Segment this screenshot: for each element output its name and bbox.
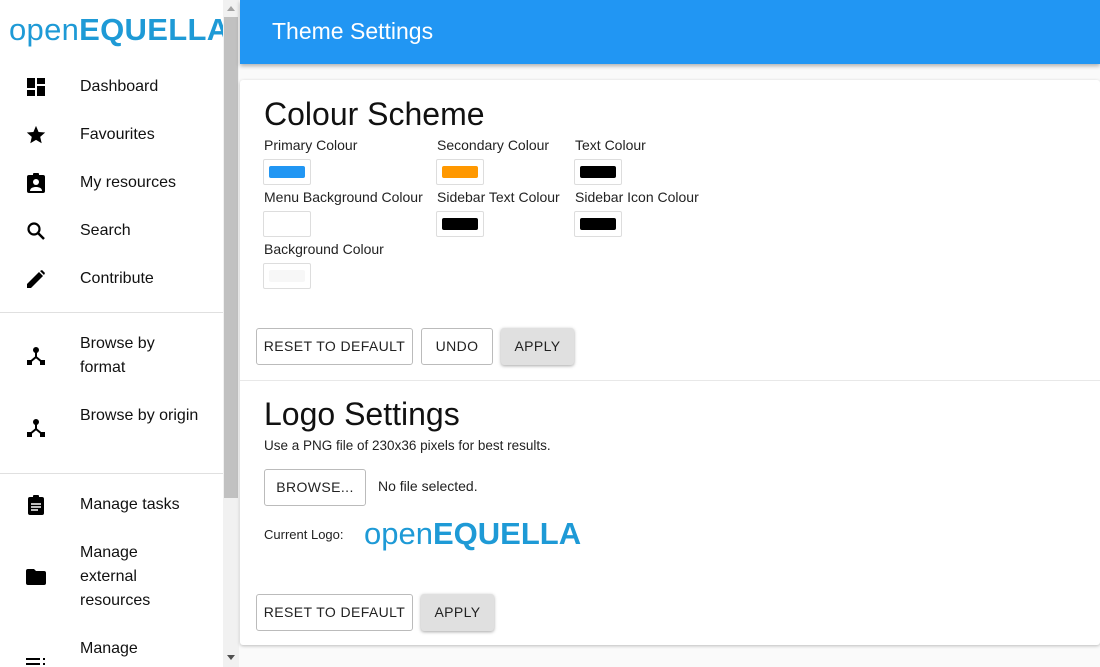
sidebar-item-browse-by-origin[interactable]: Browse by origin	[0, 404, 223, 452]
colour-swatch	[580, 166, 616, 178]
secondary-colour-label: Secondary Colour	[437, 137, 550, 153]
app-header: Theme Settings	[240, 0, 1100, 64]
sidebar-item-manage[interactable]: Manage	[0, 637, 223, 667]
secondary-colour-picker[interactable]	[436, 159, 484, 185]
scrollbar-thumb[interactable]	[224, 17, 238, 498]
sidebar-item-label: Manage external resources	[80, 544, 151, 609]
sidebar-item-label: Browse by origin	[80, 407, 199, 424]
sidebar-item-manage-tasks[interactable]: Manage tasks	[0, 493, 223, 517]
current-logo-image: openEQUELLA	[364, 516, 581, 552]
sidebar-divider	[0, 312, 223, 313]
clipboard-icon	[25, 494, 47, 516]
sidebar-text-colour-label: Sidebar Text Colour	[437, 189, 560, 205]
logo-text-light: open	[364, 516, 433, 551]
hierarchy-icon	[25, 345, 47, 367]
file-status-text: No file selected.	[378, 478, 478, 494]
sidebar-item-search[interactable]: Search	[0, 219, 223, 243]
colour-swatch	[580, 218, 616, 230]
colour-reset-to-default-button[interactable]: RESET TO DEFAULT	[256, 328, 413, 365]
primary-colour-label: Primary Colour	[264, 137, 358, 153]
logo-text-bold: EQUELLA	[79, 12, 223, 47]
colour-scheme-heading: Colour Scheme	[264, 96, 485, 132]
logo-text-bold: EQUELLA	[432, 516, 582, 551]
text-colour-label: Text Colour	[575, 137, 646, 153]
page-title: Theme Settings	[272, 18, 434, 44]
sidebar-item-label: Dashboard	[80, 78, 159, 95]
sidebar-item-manage-external-resources[interactable]: Manage external resources	[0, 541, 223, 613]
list-icon	[25, 654, 47, 667]
colour-swatch	[442, 166, 478, 178]
scroll-up-arrow-icon[interactable]	[227, 6, 235, 11]
menu-background-colour-picker[interactable]	[263, 211, 311, 237]
sidebar-text-colour-picker[interactable]	[436, 211, 484, 237]
section-divider	[240, 380, 1100, 381]
assignment-ind-icon	[25, 172, 47, 194]
menu-background-colour-label: Menu Background Colour	[264, 189, 423, 205]
colour-swatch	[269, 270, 305, 282]
sidebar-item-label: Manage	[80, 640, 138, 657]
undo-button[interactable]: UNDO	[421, 328, 493, 365]
sidebar-item-contribute[interactable]: Contribute	[0, 267, 223, 291]
folder-icon	[25, 566, 47, 588]
sidebar-icon-colour-label: Sidebar Icon Colour	[575, 189, 699, 205]
logo-hint-text: Use a PNG file of 230x36 pixels for best…	[264, 438, 551, 453]
current-logo-label: Current Logo:	[264, 527, 344, 542]
dashboard-icon	[25, 76, 47, 98]
sidebar-item-label: Manage tasks	[80, 496, 180, 513]
logo-reset-to-default-button[interactable]: RESET TO DEFAULT	[256, 594, 413, 631]
sidebar-item-label: Search	[80, 222, 131, 239]
logo-text-light: open	[9, 12, 80, 47]
logo-settings-heading: Logo Settings	[264, 396, 460, 432]
sidebar-item-label: Browse by format	[80, 335, 155, 376]
sidebar-item-dashboard[interactable]: Dashboard	[0, 75, 223, 99]
star-icon	[25, 124, 47, 146]
sidebar-item-label: Contribute	[80, 270, 154, 287]
sidebar-scrollbar[interactable]	[223, 0, 239, 667]
search-icon	[25, 220, 47, 242]
background-colour-label: Background Colour	[264, 241, 384, 257]
sidebar-item-label: Favourites	[80, 126, 155, 143]
colour-apply-button[interactable]: APPLY	[501, 328, 574, 365]
colour-swatch	[269, 218, 305, 230]
sidebar-icon-colour-picker[interactable]	[574, 211, 622, 237]
colour-swatch	[269, 166, 305, 178]
primary-colour-picker[interactable]	[263, 159, 311, 185]
theme-settings-card: Colour Scheme Primary Colour Secondary C…	[240, 80, 1100, 645]
hierarchy-icon	[25, 417, 47, 439]
colour-swatch	[442, 218, 478, 230]
sidebar-item-favourites[interactable]: Favourites	[0, 123, 223, 147]
openequella-logo[interactable]: openEQUELLA	[9, 12, 223, 48]
text-colour-picker[interactable]	[574, 159, 622, 185]
logo-apply-button[interactable]: APPLY	[421, 594, 494, 631]
sidebar-item-my-resources[interactable]: My resources	[0, 171, 223, 195]
pencil-icon	[25, 268, 47, 290]
sidebar-item-label: My resources	[80, 174, 177, 191]
background-colour-picker[interactable]	[263, 263, 311, 289]
scroll-down-arrow-icon[interactable]	[227, 655, 235, 660]
sidebar-divider	[0, 473, 223, 474]
browse-button[interactable]: BROWSE...	[264, 469, 366, 506]
sidebar-item-browse-by-format[interactable]: Browse by format	[0, 332, 223, 380]
sidebar: openEQUELLA Dashboard Favourites My reso…	[0, 0, 223, 667]
